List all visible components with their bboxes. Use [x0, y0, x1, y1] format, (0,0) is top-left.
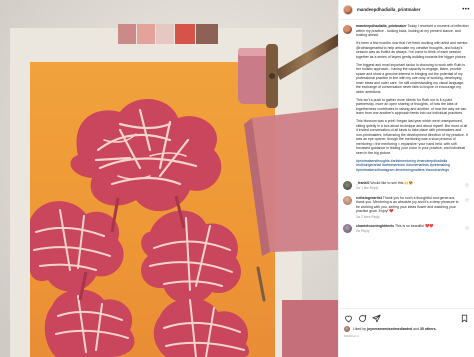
- caption-paragraph-2: It's been a few months now that I've bee…: [356, 41, 468, 59]
- liked-by: Liked by joyneramemisedmedianted and 35 …: [344, 326, 469, 332]
- caption-hashtags[interactable]: #printmakersthoughts #artistmentoring #m…: [356, 159, 469, 173]
- author-avatar[interactable]: [343, 4, 353, 15]
- more-options-icon[interactable]: •••: [462, 7, 470, 13]
- comment-avatar[interactable]: [343, 223, 352, 233]
- share-icon[interactable]: [372, 314, 381, 323]
- liked-by-others[interactable]: 35 others.: [420, 327, 437, 331]
- caption-text: mandeepdhadialla_printmaker Today I rece…: [356, 24, 469, 176]
- comment-like-heart-icon[interactable]: ♡: [465, 198, 469, 219]
- liked-by-prefix: Liked by: [353, 327, 367, 331]
- comment-meta[interactable]: 2w Reply: [356, 229, 463, 233]
- caption-username[interactable]: mandeepdhadialla_printmaker: [356, 24, 407, 28]
- caption-avatar[interactable]: [343, 25, 352, 34]
- comment-avatar[interactable]: [343, 181, 352, 191]
- comment: _frankl0 Would like to see this 🙌😍 2w 1 …: [343, 181, 469, 191]
- comment-like-heart-icon[interactable]: ♡: [465, 226, 469, 234]
- comment-text: Would like to see this 🙌😍: [370, 181, 414, 186]
- comment-username[interactable]: chantelcooninghhteels: [356, 224, 394, 228]
- caption-paragraph-5: This blossom was a print I began last ye…: [356, 119, 468, 155]
- color-swatches: [118, 24, 218, 44]
- post-header: mandeepdhadialla_printmaker •••: [339, 0, 474, 20]
- comment-text: This is so beautiful ❤️❤️: [395, 223, 434, 228]
- liked-by-and: and: [413, 327, 419, 331]
- post-image[interactable]: [0, 0, 338, 357]
- caption-paragraph-3: The biggest and most important factor in…: [356, 62, 465, 94]
- liked-by-user[interactable]: joyneramemisedmedianted: [367, 327, 412, 331]
- post-panel: mandeepdhadialla_printmaker ••• mandeepd…: [338, 0, 474, 357]
- liked-by-avatar[interactable]: [344, 326, 350, 332]
- post-date: MARCH 2: [344, 334, 359, 338]
- caption: mandeepdhadialla_printmaker Today I rece…: [343, 24, 469, 176]
- comment-icon[interactable]: [358, 314, 367, 323]
- comment-username[interactable]: _frankl0: [356, 181, 369, 185]
- heart-icon[interactable]: [344, 314, 353, 323]
- print-photograph: [0, 0, 338, 357]
- comment: ruthsingerartist Thank you for such a th…: [343, 195, 469, 219]
- comment-like-heart-icon[interactable]: ♡: [465, 183, 469, 191]
- comment-meta[interactable]: 2w 1 like Reply: [356, 186, 463, 190]
- bookmark-icon[interactable]: [460, 314, 469, 323]
- comment-meta[interactable]: 2w 2 likes Reply: [356, 215, 463, 219]
- comment-avatar[interactable]: [343, 195, 352, 205]
- author-username[interactable]: mandeepdhadialla_printmaker: [357, 7, 462, 12]
- comment-username[interactable]: ruthsingerartist: [356, 196, 382, 200]
- comment: chantelcooninghhteels This is so beautif…: [343, 223, 469, 234]
- caption-paragraph-4: This isn't a push to gather more clients…: [356, 97, 467, 116]
- comments-scroll-area[interactable]: mandeepdhadialla_printmaker Today I rece…: [339, 21, 474, 307]
- action-bar: Liked by joyneramemisedmedianted and 35 …: [339, 308, 474, 338]
